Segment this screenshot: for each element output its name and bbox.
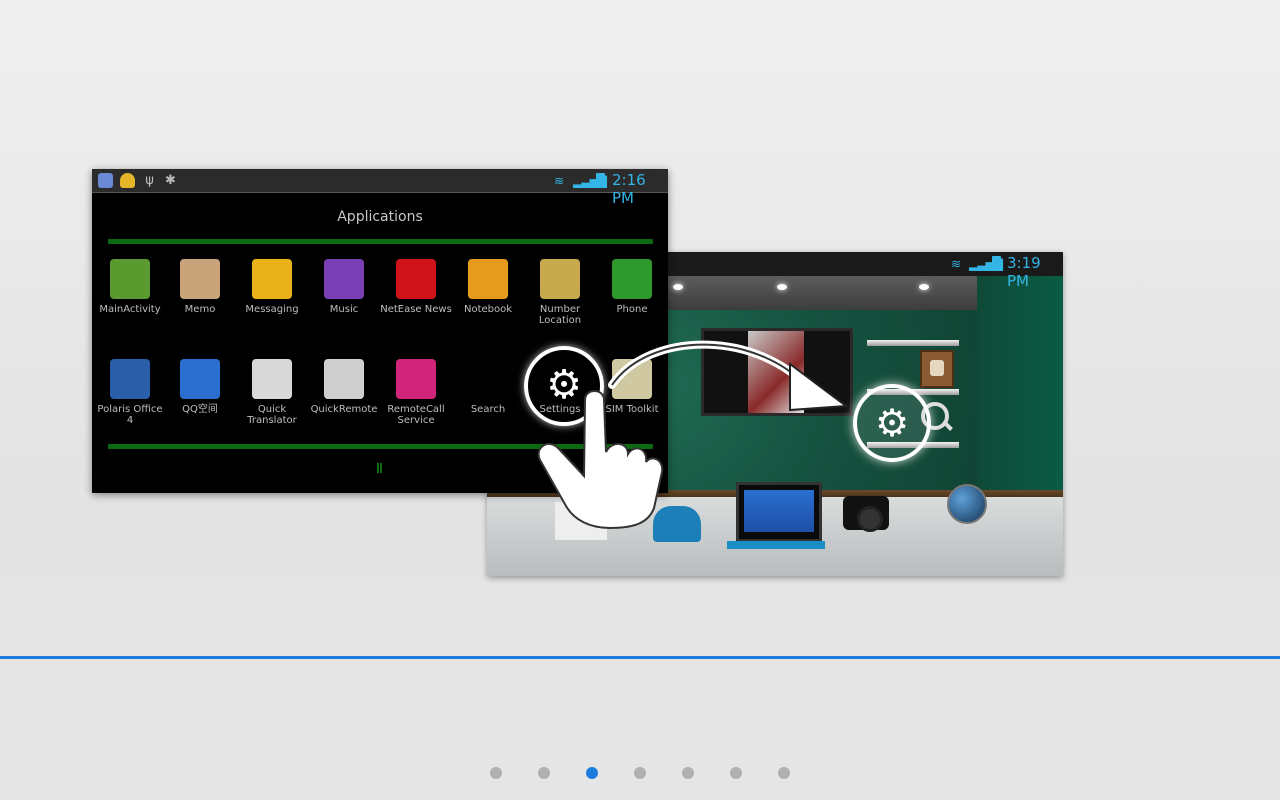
page-dot[interactable] bbox=[586, 767, 598, 779]
page-dot[interactable] bbox=[634, 767, 646, 779]
page-dot[interactable] bbox=[778, 767, 790, 779]
page-dot[interactable] bbox=[682, 767, 694, 779]
page-dot[interactable] bbox=[538, 767, 550, 779]
progress-divider bbox=[0, 656, 1280, 659]
page-dot[interactable] bbox=[490, 767, 502, 779]
hand-pointer-icon bbox=[537, 390, 664, 530]
page-dot[interactable] bbox=[730, 767, 742, 779]
